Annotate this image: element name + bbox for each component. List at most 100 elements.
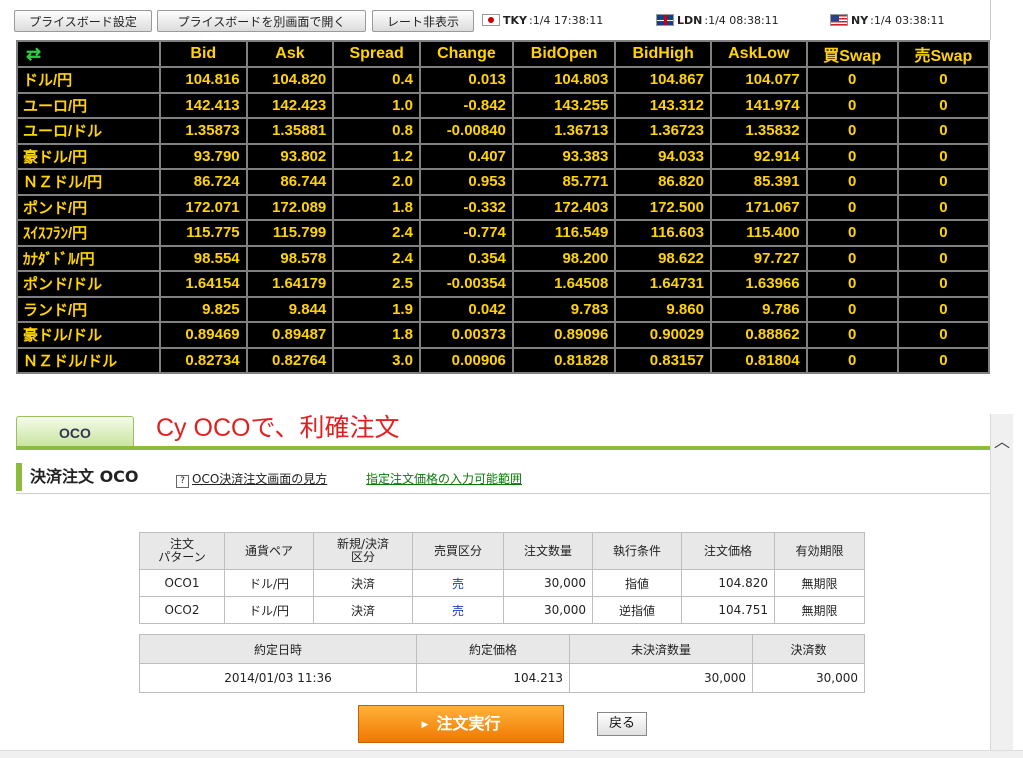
rate-row[interactable]: ランド/円 9.825 9.844 1.9 0.042 9.783 9.860 9.786 0 0 bbox=[16, 295, 991, 323]
col-ask: Ask bbox=[245, 40, 335, 68]
bid-value: 0.89469 bbox=[159, 321, 248, 349]
execute-order-label: 注文実行 bbox=[436, 714, 501, 733]
price-board-settings-button[interactable]: プライスボード設定 bbox=[14, 10, 152, 32]
col-currency-pair: 通貨ペア bbox=[224, 532, 314, 570]
price-range-link[interactable]: 指定注文価格の入力可能範囲 bbox=[366, 470, 522, 487]
spread-value: 1.9 bbox=[332, 295, 421, 323]
annotation-text: Cy OCOで、利確注文 bbox=[156, 414, 400, 442]
bid-open-value: 93.383 bbox=[511, 142, 617, 170]
page-edge-line bbox=[990, 0, 991, 40]
ask-value: 1.35881 bbox=[245, 117, 335, 145]
spread-value: 3.0 bbox=[332, 346, 421, 374]
us-flag-icon bbox=[830, 14, 848, 26]
back-button[interactable]: 戻る bbox=[597, 712, 647, 736]
bid-high-value: 9.860 bbox=[614, 295, 712, 323]
currency-pair[interactable]: ドル/円 bbox=[16, 66, 161, 94]
rate-row[interactable]: ポンド/ドル 1.64154 1.64179 2.5 -0.00354 1.64508 1.… bbox=[16, 270, 991, 298]
open-price-board-window-button[interactable]: プライスボードを別画面で開く bbox=[157, 10, 366, 32]
rate-row[interactable]: ユーロ/ドル 1.35873 1.35881 0.8 -0.00840 1.36713 1.… bbox=[16, 117, 991, 145]
bid-value: 172.071 bbox=[159, 193, 248, 221]
currency-pair[interactable]: ＮＺドル/ドル bbox=[16, 346, 161, 374]
exec-datetime: 2014/01/03 11:36 bbox=[139, 663, 417, 693]
ask-value: 0.82764 bbox=[245, 346, 335, 374]
rate-row[interactable]: ｽｲｽﾌﾗﾝ/円 115.775 115.799 2.4 -0.774 116.549 11… bbox=[16, 219, 991, 247]
table-row: OCO1 ドル/円 決済 売 30,000 指値 104.820 無期限 bbox=[139, 569, 865, 597]
bid-high-value: 104.867 bbox=[614, 66, 712, 94]
london-label: LDN bbox=[677, 14, 703, 27]
execute-order-button[interactable]: ▶ 注文実行 bbox=[358, 705, 564, 743]
col-buy-swap: 買Swap bbox=[805, 40, 899, 68]
buy-swap-value: 0 bbox=[805, 346, 899, 374]
currency-pair[interactable]: ランド/円 bbox=[16, 295, 161, 323]
currency-pair[interactable]: ｽｲｽﾌﾗﾝ/円 bbox=[16, 219, 161, 247]
hide-rate-button[interactable]: レート非表示 bbox=[372, 10, 474, 32]
bid-value: 93.790 bbox=[159, 142, 248, 170]
rate-row[interactable]: 豪ドル/ドル 0.89469 0.89487 1.8 0.00373 0.89096 0.9… bbox=[16, 321, 991, 349]
ask-value: 0.89487 bbox=[245, 321, 335, 349]
rate-row[interactable]: 豪ドル/円 93.790 93.802 1.2 0.407 93.383 94.033 92.… bbox=[16, 142, 991, 170]
scroll-up-icon[interactable]: ︿ bbox=[991, 428, 1013, 452]
bid-open-value: 172.403 bbox=[511, 193, 617, 221]
currency-pair[interactable]: 豪ドル/ドル bbox=[16, 321, 161, 349]
currency-pair[interactable]: ｶﾅﾀﾞﾄﾞﾙ/円 bbox=[16, 244, 161, 272]
open-qty: 30,000 bbox=[569, 663, 753, 693]
oco-help-link[interactable]: ? OCO決済注文画面の見方 bbox=[176, 470, 327, 488]
currency-pair[interactable]: ポンド/ドル bbox=[16, 270, 161, 298]
col-exec-datetime: 約定日時 bbox=[139, 634, 417, 664]
ask-low-value: 141.974 bbox=[709, 91, 808, 119]
sell-swap-value: 0 bbox=[896, 244, 991, 272]
execution-header-row: 約定日時 約定価格 未決済数量 決済数 bbox=[139, 634, 865, 664]
refresh-icon[interactable]: ⇄ bbox=[16, 40, 161, 68]
rate-row[interactable]: ＮＺドル/ドル 0.82734 0.82764 3.0 0.00906 0.81828 0.… bbox=[16, 346, 991, 374]
section-divider bbox=[16, 493, 990, 494]
change-value: -0.842 bbox=[418, 91, 514, 119]
rate-row[interactable]: ｶﾅﾀﾞﾄﾞﾙ/円 98.554 98.578 2.4 0.354 98.200 98.62… bbox=[16, 244, 991, 272]
price-board-header-row: ⇄ Bid Ask Spread Change BidOpen BidHigh … bbox=[16, 40, 991, 68]
tab-oco[interactable]: OCO bbox=[16, 416, 134, 448]
sell-swap-value: 0 bbox=[896, 168, 991, 196]
bid-value: 98.554 bbox=[159, 244, 248, 272]
col-asklow: AskLow bbox=[709, 40, 808, 68]
oco-help-link-label: OCO決済注文画面の見方 bbox=[192, 472, 328, 486]
buy-swap-value: 0 bbox=[805, 91, 899, 119]
currency-pair[interactable]: ユーロ/円 bbox=[16, 91, 161, 119]
spread-value: 1.0 bbox=[332, 91, 421, 119]
tokyo-clock: TKY:1/4 17:38:11 bbox=[482, 14, 603, 27]
currency-pair[interactable]: ＮＺドル/円 bbox=[16, 168, 161, 196]
price-board-toolbar: プライスボード設定 プライスボードを別画面で開く レート非表示 TKY:1/4 … bbox=[0, 0, 990, 40]
spread-value: 2.4 bbox=[332, 244, 421, 272]
change-value: 0.042 bbox=[418, 295, 514, 323]
currency-pair[interactable]: ポンド/円 bbox=[16, 193, 161, 221]
expiry: 無期限 bbox=[774, 569, 865, 597]
bid-high-value: 86.820 bbox=[614, 168, 712, 196]
spread-value: 0.8 bbox=[332, 117, 421, 145]
buy-sell: 売 bbox=[412, 569, 504, 597]
table-row: 2014/01/03 11:36 104.213 30,000 30,000 bbox=[139, 663, 865, 693]
bid-value: 0.82734 bbox=[159, 346, 248, 374]
spread-value: 1.8 bbox=[332, 321, 421, 349]
ask-value: 93.802 bbox=[245, 142, 335, 170]
rate-row[interactable]: ドル/円 104.816 104.820 0.4 0.013 104.803 104.867… bbox=[16, 66, 991, 94]
ask-value: 115.799 bbox=[245, 219, 335, 247]
ask-low-value: 1.63966 bbox=[709, 270, 808, 298]
rate-row[interactable]: ＮＺドル/円 86.724 86.744 2.0 0.953 85.771 86.820 85… bbox=[16, 168, 991, 196]
currency-pair[interactable]: ユーロ/ドル bbox=[16, 117, 161, 145]
bid-value: 115.775 bbox=[159, 219, 248, 247]
sell-swap-value: 0 bbox=[896, 142, 991, 170]
rate-row[interactable]: ユーロ/円 142.413 142.423 1.0 -0.842 143.255 143.3… bbox=[16, 91, 991, 119]
rate-row[interactable]: ポンド/円 172.071 172.089 1.8 -0.332 172.403 172.5… bbox=[16, 193, 991, 221]
sell-swap-value: 0 bbox=[896, 91, 991, 119]
vertical-scrollbar[interactable]: ︿ bbox=[990, 414, 1013, 757]
change-value: -0.774 bbox=[418, 219, 514, 247]
col-change: Change bbox=[418, 40, 514, 68]
change-value: -0.332 bbox=[418, 193, 514, 221]
sell-swap-value: 0 bbox=[896, 219, 991, 247]
bid-open-value: 9.783 bbox=[511, 295, 617, 323]
ask-low-value: 115.400 bbox=[709, 219, 808, 247]
currency-pair[interactable]: 豪ドル/円 bbox=[16, 142, 161, 170]
ask-value: 1.64179 bbox=[245, 270, 335, 298]
change-value: 0.354 bbox=[418, 244, 514, 272]
question-icon: ? bbox=[176, 475, 189, 488]
ask-low-value: 9.786 bbox=[709, 295, 808, 323]
col-bidhigh: BidHigh bbox=[614, 40, 712, 68]
